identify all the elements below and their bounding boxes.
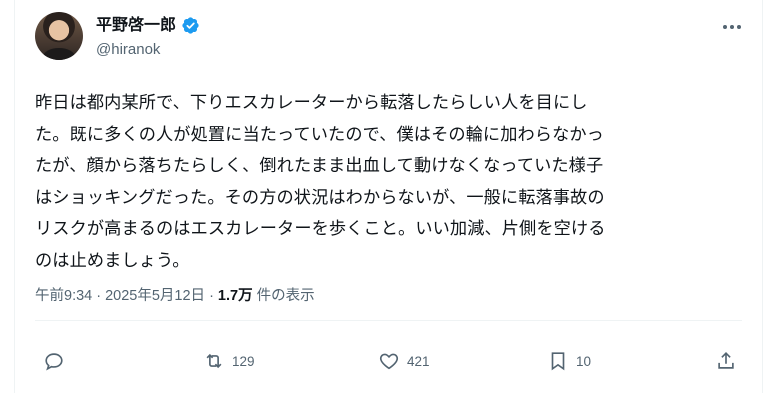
post-timestamp[interactable]: 午前9:34 · 2025年5月12日 · [35,284,214,305]
reply-button[interactable] [43,344,72,378]
repost-icon [206,353,222,369]
post-meta: 午前9:34 · 2025年5月12日 · 1.7万 件の表示 [35,284,315,305]
bookmark-icon [551,352,565,371]
like-count: 421 [407,353,430,369]
repost-button[interactable]: 129 [203,344,255,378]
action-bar: 129 421 10 [15,344,762,378]
more-options-icon[interactable] [715,14,749,40]
divider [35,320,742,321]
share-button[interactable] [715,344,737,378]
like-button[interactable]: 421 [378,344,430,378]
post-text: 昨日は都内某所で、下りエスカレーターから転落したらしい人を目にし た。既に多くの… [35,93,606,271]
repost-count: 129 [232,353,255,369]
heart-icon [379,353,399,370]
author-handle[interactable]: @hiranok [96,40,160,60]
avatar[interactable] [35,12,83,60]
author-display-name[interactable]: 平野啓一郎 [96,15,176,35]
share-icon [718,352,734,369]
views-label: 件の表示 [256,288,315,304]
bookmark-button[interactable]: 10 [547,344,591,378]
tweet-card: 平野啓一郎 @hiranok 昨日は都内某所で、下りエスカレーターから転落したら… [14,0,763,393]
reply-icon [45,353,63,371]
views-count: 1.7万 [217,288,253,304]
verified-badge-icon [182,16,199,34]
author-name-row: 平野啓一郎 [96,15,200,35]
bookmark-count: 10 [576,353,592,369]
